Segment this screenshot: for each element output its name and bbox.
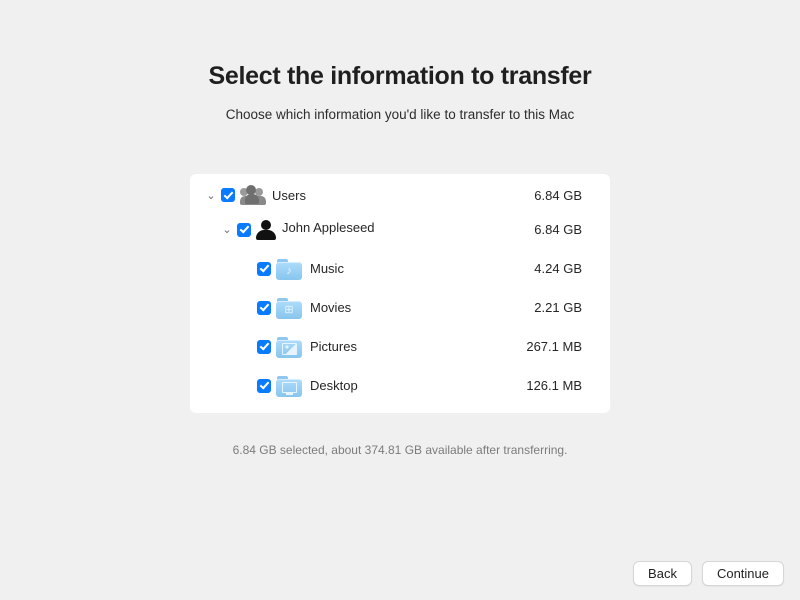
tree-row-desktop[interactable]: Desktop 126.1 MB [196,366,604,405]
folder-music-icon: ♪ [276,258,302,280]
tree-size: 6.84 GB [534,222,582,237]
page-subtitle: Choose which information you'd like to t… [0,107,800,122]
checkbox-movies[interactable] [257,301,271,315]
tree-row-users[interactable]: ⌄ Users 6.84 GB [196,180,604,210]
checkbox-music[interactable] [257,262,271,276]
tree-row-movies[interactable]: ⊞ Movies 2.21 GB [196,288,604,327]
tree-label: Pictures [310,339,526,354]
tree-size: 2.21 GB [534,300,582,315]
folder-movies-icon: ⊞ [276,297,302,319]
checkbox-pictures[interactable] [257,340,271,354]
user-icon [256,220,276,240]
tree-label: Users [272,188,534,203]
selection-summary: 6.84 GB selected, about 374.81 GB availa… [0,443,800,457]
transfer-tree-panel: ⌄ Users 6.84 GB ⌄ John Appleseed 6.84 GB… [190,174,610,413]
tree-label: Movies [310,300,534,315]
footer-buttons: Back Continue [633,561,784,586]
chevron-down-icon[interactable]: ⌄ [220,223,234,236]
migration-assistant-window: Select the information to transfer Choos… [0,0,800,600]
tree-row-pictures[interactable]: Pictures 267.1 MB [196,327,604,366]
tree-label: Music [310,261,534,276]
chevron-down-icon[interactable]: ⌄ [204,189,218,202]
back-button[interactable]: Back [633,561,692,586]
tree-label: Desktop [310,378,526,393]
checkbox-users[interactable] [221,188,235,202]
page-title: Select the information to transfer [0,62,800,91]
tree-size: 126.1 MB [526,378,582,393]
checkbox-desktop[interactable] [257,379,271,393]
tree-label: John Appleseed [282,220,534,235]
users-icon [240,185,266,205]
tree-row-music[interactable]: ♪ Music 4.24 GB [196,249,604,288]
continue-button[interactable]: Continue [702,561,784,586]
tree-size: 6.84 GB [534,188,582,203]
folder-desktop-icon [276,375,302,397]
tree-row-user[interactable]: ⌄ John Appleseed 6.84 GB [196,210,604,249]
tree-size: 267.1 MB [526,339,582,354]
tree-size: 4.24 GB [534,261,582,276]
folder-pictures-icon [276,336,302,358]
checkbox-user[interactable] [237,223,251,237]
